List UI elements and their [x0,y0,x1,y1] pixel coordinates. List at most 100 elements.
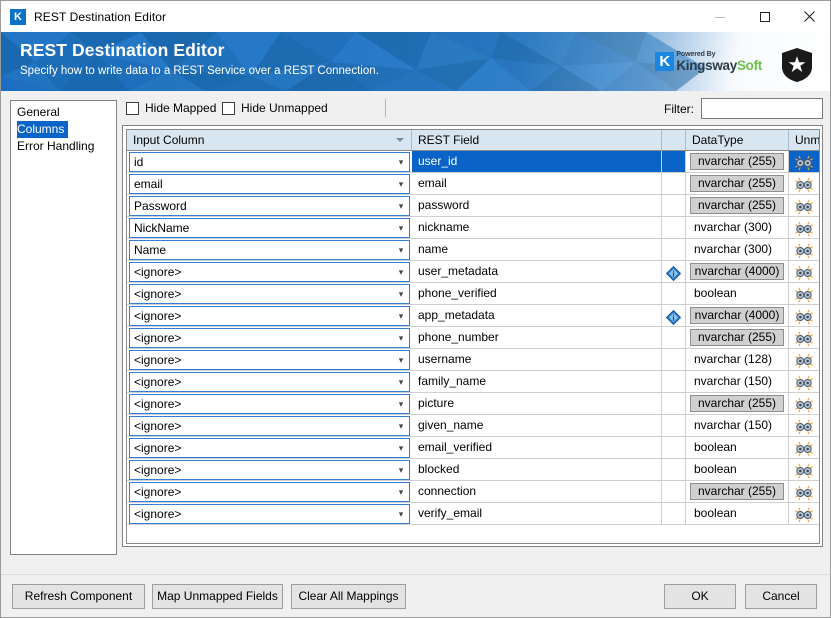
refresh-component-button[interactable]: Refresh Component [12,584,145,609]
unmap-cell[interactable] [789,151,819,172]
input-column-cell[interactable]: <ignore> ▾ [127,415,412,436]
filter-input[interactable] [701,98,823,119]
maximize-icon[interactable] [742,1,787,32]
data-type-value[interactable]: nvarchar (255) [690,153,784,170]
input-column-cell[interactable]: <ignore> ▾ [127,261,412,282]
table-row[interactable]: <ignore> ▾ family_name nvarchar (150) [127,371,819,393]
input-column-dropdown[interactable]: NickName ▾ [129,217,410,238]
unmap-cell[interactable] [789,371,819,392]
input-column-dropdown[interactable]: <ignore> ▾ [129,481,410,502]
input-column-cell[interactable]: <ignore> ▾ [127,459,412,480]
input-column-cell[interactable]: <ignore> ▾ [127,481,412,502]
unmap-icon[interactable] [795,330,813,347]
cancel-button[interactable]: Cancel [745,584,817,609]
input-column-dropdown[interactable]: id ▾ [129,151,410,172]
sidebar-item-error-handling[interactable]: Error Handling [11,138,116,155]
unmap-cell[interactable] [789,349,819,370]
close-icon[interactable] [787,1,830,32]
unmap-icon[interactable] [795,264,813,281]
input-column-dropdown[interactable]: <ignore> ▾ [129,393,410,414]
input-column-cell[interactable]: <ignore> ▾ [127,437,412,458]
unmap-cell[interactable] [789,503,819,524]
input-column-cell[interactable]: NickName ▾ [127,217,412,238]
unmap-icon[interactable] [795,286,813,303]
input-column-cell[interactable]: email ▾ [127,173,412,194]
input-column-dropdown[interactable]: email ▾ [129,173,410,194]
unmap-cell[interactable] [789,239,819,260]
unmap-cell[interactable] [789,327,819,348]
input-column-dropdown[interactable]: <ignore> ▾ [129,327,410,348]
table-row[interactable]: NickName ▾ nickname nvarchar (300) [127,217,819,239]
map-unmapped-fields-button[interactable]: Map Unmapped Fields [152,584,283,609]
ok-button[interactable]: OK [664,584,736,609]
column-header-input-column[interactable]: Input Column [127,130,412,150]
unmap-cell[interactable] [789,217,819,238]
input-column-cell[interactable]: <ignore> ▾ [127,393,412,414]
unmap-icon[interactable] [795,418,813,435]
table-row[interactable]: <ignore> ▾ phone_number nvarchar (255) [127,327,819,349]
unmap-cell[interactable] [789,393,819,414]
data-type-value[interactable]: nvarchar (255) [690,395,784,412]
unmap-cell[interactable] [789,437,819,458]
input-column-cell[interactable]: <ignore> ▾ [127,305,412,326]
unmap-icon[interactable] [795,462,813,479]
clear-all-mappings-button[interactable]: Clear All Mappings [291,584,406,609]
sidebar-item-columns[interactable]: Columns [17,121,69,138]
input-column-dropdown[interactable]: <ignore> ▾ [129,459,410,480]
unmap-cell[interactable] [789,305,819,326]
table-row[interactable]: <ignore> ▾ email_verified boolean [127,437,819,459]
table-row[interactable]: <ignore> ▾ verify_email boolean [127,503,819,525]
table-row[interactable]: <ignore> ▾ connection nvarchar (255) [127,481,819,503]
table-row[interactable]: Name ▾ name nvarchar (300) [127,239,819,261]
unmap-icon[interactable] [795,440,813,457]
table-row[interactable]: <ignore> ▾ username nvarchar (128) [127,349,819,371]
unmap-icon[interactable] [795,242,813,259]
table-row[interactable]: <ignore> ▾ blocked boolean [127,459,819,481]
unmap-icon[interactable] [795,374,813,391]
input-column-cell[interactable]: Name ▾ [127,239,412,260]
input-column-dropdown[interactable]: <ignore> ▾ [129,415,410,436]
data-type-value[interactable]: nvarchar (4000) [690,307,784,324]
table-row[interactable]: id ▾ user_id nvarchar (255) [127,151,819,173]
table-row[interactable]: <ignore> ▾ picture nvarchar (255) [127,393,819,415]
input-column-cell[interactable]: Password ▾ [127,195,412,216]
table-row[interactable]: <ignore> ▾ app_metadata i nvarchar (4000) [127,305,819,327]
unmap-icon[interactable] [795,352,813,369]
data-type-value[interactable]: nvarchar (255) [690,329,784,346]
input-column-cell[interactable]: id ▾ [127,151,412,172]
column-header-data-type[interactable]: DataType [686,130,789,150]
column-header-rest-field[interactable]: REST Field [412,130,662,150]
input-column-cell[interactable]: <ignore> ▾ [127,327,412,348]
unmap-icon[interactable] [795,506,813,523]
unmap-icon[interactable] [795,396,813,413]
input-column-dropdown[interactable]: <ignore> ▾ [129,283,410,304]
input-column-cell[interactable]: <ignore> ▾ [127,371,412,392]
input-column-dropdown[interactable]: Password ▾ [129,195,410,216]
input-column-cell[interactable]: <ignore> ▾ [127,283,412,304]
table-row[interactable]: email ▾ email nvarchar (255) [127,173,819,195]
input-column-dropdown[interactable]: <ignore> ▾ [129,371,410,392]
unmap-icon[interactable] [795,198,813,215]
unmap-icon[interactable] [795,220,813,237]
data-type-value[interactable]: nvarchar (255) [690,483,784,500]
unmap-icon[interactable] [795,154,813,171]
data-type-value[interactable]: nvarchar (255) [690,175,784,192]
sidebar-item-general[interactable]: General [11,104,116,121]
unmap-cell[interactable] [789,195,819,216]
input-column-dropdown[interactable]: <ignore> ▾ [129,437,410,458]
table-row[interactable]: <ignore> ▾ given_name nvarchar (150) [127,415,819,437]
data-type-value[interactable]: nvarchar (255) [690,197,784,214]
data-type-value[interactable]: nvarchar (4000) [690,263,784,280]
table-row[interactable]: Password ▾ password nvarchar (255) [127,195,819,217]
input-column-cell[interactable]: <ignore> ▾ [127,349,412,370]
unmap-icon[interactable] [795,176,813,193]
input-column-dropdown[interactable]: <ignore> ▾ [129,261,410,282]
input-column-dropdown[interactable]: <ignore> ▾ [129,305,410,326]
unmap-cell[interactable] [789,481,819,502]
info-icon[interactable]: i [666,264,681,281]
info-icon[interactable]: i [666,308,681,325]
unmap-cell[interactable] [789,261,819,282]
input-column-dropdown[interactable]: <ignore> ▾ [129,503,410,524]
unmap-icon[interactable] [795,484,813,501]
table-row[interactable]: <ignore> ▾ user_metadata i nvarchar (4000) [127,261,819,283]
